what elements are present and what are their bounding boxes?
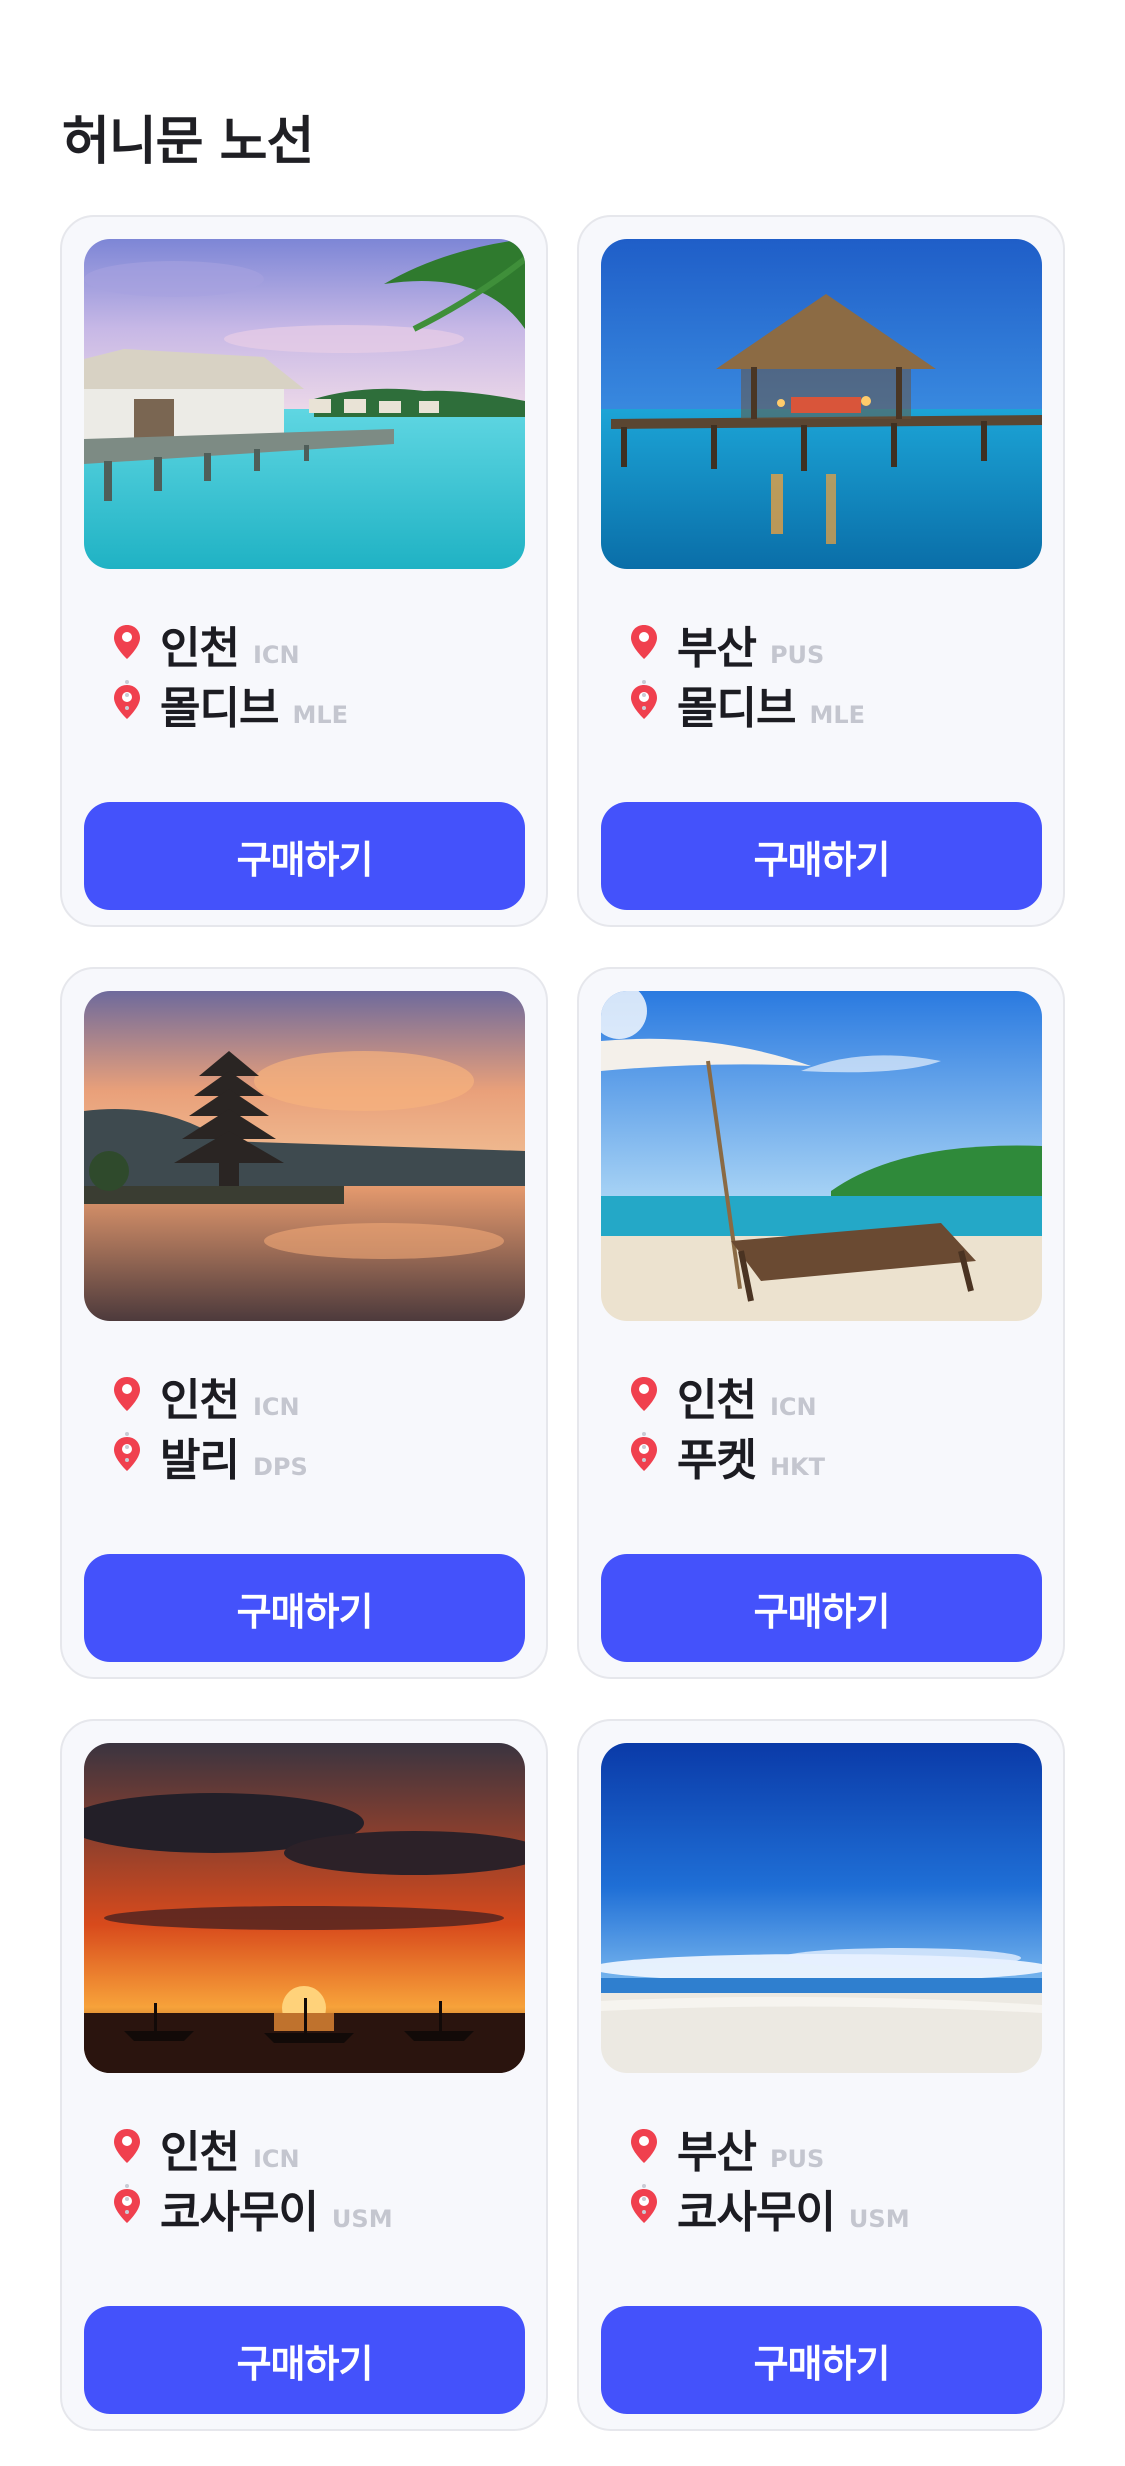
buy-button[interactable]: 구매하기 <box>601 2306 1042 2414</box>
route-card: 부산 PUS 몰디브 MLE 구매하기 <box>577 215 1065 927</box>
departure: 인천 ICN <box>629 1364 1029 1426</box>
route-connector <box>642 2184 646 2214</box>
arrival-city: 몰디브 <box>160 683 279 734</box>
arrival-code: USM <box>331 2205 393 2233</box>
arrival-code: HKT <box>769 1453 826 1481</box>
buy-button[interactable]: 구매하기 <box>84 2306 525 2414</box>
location-pin-icon <box>114 1377 140 1411</box>
arrival-city: 몰디브 <box>677 683 796 734</box>
arrival-code: MLE <box>809 701 866 729</box>
departure-code: ICN <box>769 1393 817 1421</box>
departure-code: ICN <box>252 641 300 669</box>
destination-photo <box>84 239 525 569</box>
route-info: 인천 ICN 푸켓 HKT <box>629 1364 1029 1486</box>
buy-button[interactable]: 구매하기 <box>84 802 525 910</box>
buy-button[interactable]: 구매하기 <box>601 1554 1042 1662</box>
route-connector <box>642 680 646 710</box>
destination-photo <box>84 1743 525 2073</box>
arrival-city: 발리 <box>160 1435 240 1486</box>
arrival: 코사무이 USM <box>112 2176 512 2238</box>
route-info: 인천 ICN 코사무이 USM <box>112 2116 512 2238</box>
arrival-city: 코사무이 <box>160 2187 319 2238</box>
arrival-code: DPS <box>252 1453 308 1481</box>
route-grid: 인천 ICN 몰디브 MLE 구매하기 부산 PUS 몰디브 MLE 구매하기 … <box>60 215 1065 2431</box>
location-pin-icon <box>631 625 657 659</box>
route-card: 인천 ICN 코사무이 USM 구매하기 <box>60 1719 548 2431</box>
route-card: 인천 ICN 몰디브 MLE 구매하기 <box>60 215 548 927</box>
arrival-code: USM <box>848 2205 910 2233</box>
route-connector <box>125 2184 129 2214</box>
page-title: 허니문 노선 <box>62 112 314 172</box>
arrival-code: MLE <box>292 701 349 729</box>
route-connector <box>125 680 129 710</box>
departure: 인천 ICN <box>112 612 512 674</box>
departure-code: PUS <box>769 2145 825 2173</box>
location-pin-icon <box>631 2129 657 2163</box>
arrival: 코사무이 USM <box>629 2176 1029 2238</box>
destination-photo <box>601 1743 1042 2073</box>
route-info: 인천 ICN 몰디브 MLE <box>112 612 512 734</box>
departure: 부산 PUS <box>629 612 1029 674</box>
destination-photo <box>84 991 525 1321</box>
departure-city: 인천 <box>160 2127 240 2178</box>
arrival: 몰디브 MLE <box>629 672 1029 734</box>
buy-button[interactable]: 구매하기 <box>601 802 1042 910</box>
departure-city: 부산 <box>677 2127 757 2178</box>
route-card: 인천 ICN 푸켓 HKT 구매하기 <box>577 967 1065 1679</box>
arrival: 푸켓 HKT <box>629 1424 1029 1486</box>
departure-code: ICN <box>252 1393 300 1421</box>
departure-city: 부산 <box>677 623 757 674</box>
location-pin-icon <box>114 625 140 659</box>
route-card: 인천 ICN 발리 DPS 구매하기 <box>60 967 548 1679</box>
departure: 인천 ICN <box>112 2116 512 2178</box>
route-info: 인천 ICN 발리 DPS <box>112 1364 512 1486</box>
departure-city: 인천 <box>677 1375 757 1426</box>
route-info: 부산 PUS 코사무이 USM <box>629 2116 1029 2238</box>
arrival-city: 푸켓 <box>677 1435 757 1486</box>
departure: 부산 PUS <box>629 2116 1029 2178</box>
arrival: 몰디브 MLE <box>112 672 512 734</box>
route-card: 부산 PUS 코사무이 USM 구매하기 <box>577 1719 1065 2431</box>
arrival: 발리 DPS <box>112 1424 512 1486</box>
departure-code: ICN <box>252 2145 300 2173</box>
location-pin-icon <box>114 2129 140 2163</box>
departure-city: 인천 <box>160 1375 240 1426</box>
arrival-city: 코사무이 <box>677 2187 836 2238</box>
destination-photo <box>601 239 1042 569</box>
route-connector <box>642 1432 646 1462</box>
location-pin-icon <box>631 1377 657 1411</box>
destination-photo <box>601 991 1042 1321</box>
buy-button[interactable]: 구매하기 <box>84 1554 525 1662</box>
route-info: 부산 PUS 몰디브 MLE <box>629 612 1029 734</box>
departure-code: PUS <box>769 641 825 669</box>
departure-city: 인천 <box>160 623 240 674</box>
departure: 인천 ICN <box>112 1364 512 1426</box>
route-connector <box>125 1432 129 1462</box>
